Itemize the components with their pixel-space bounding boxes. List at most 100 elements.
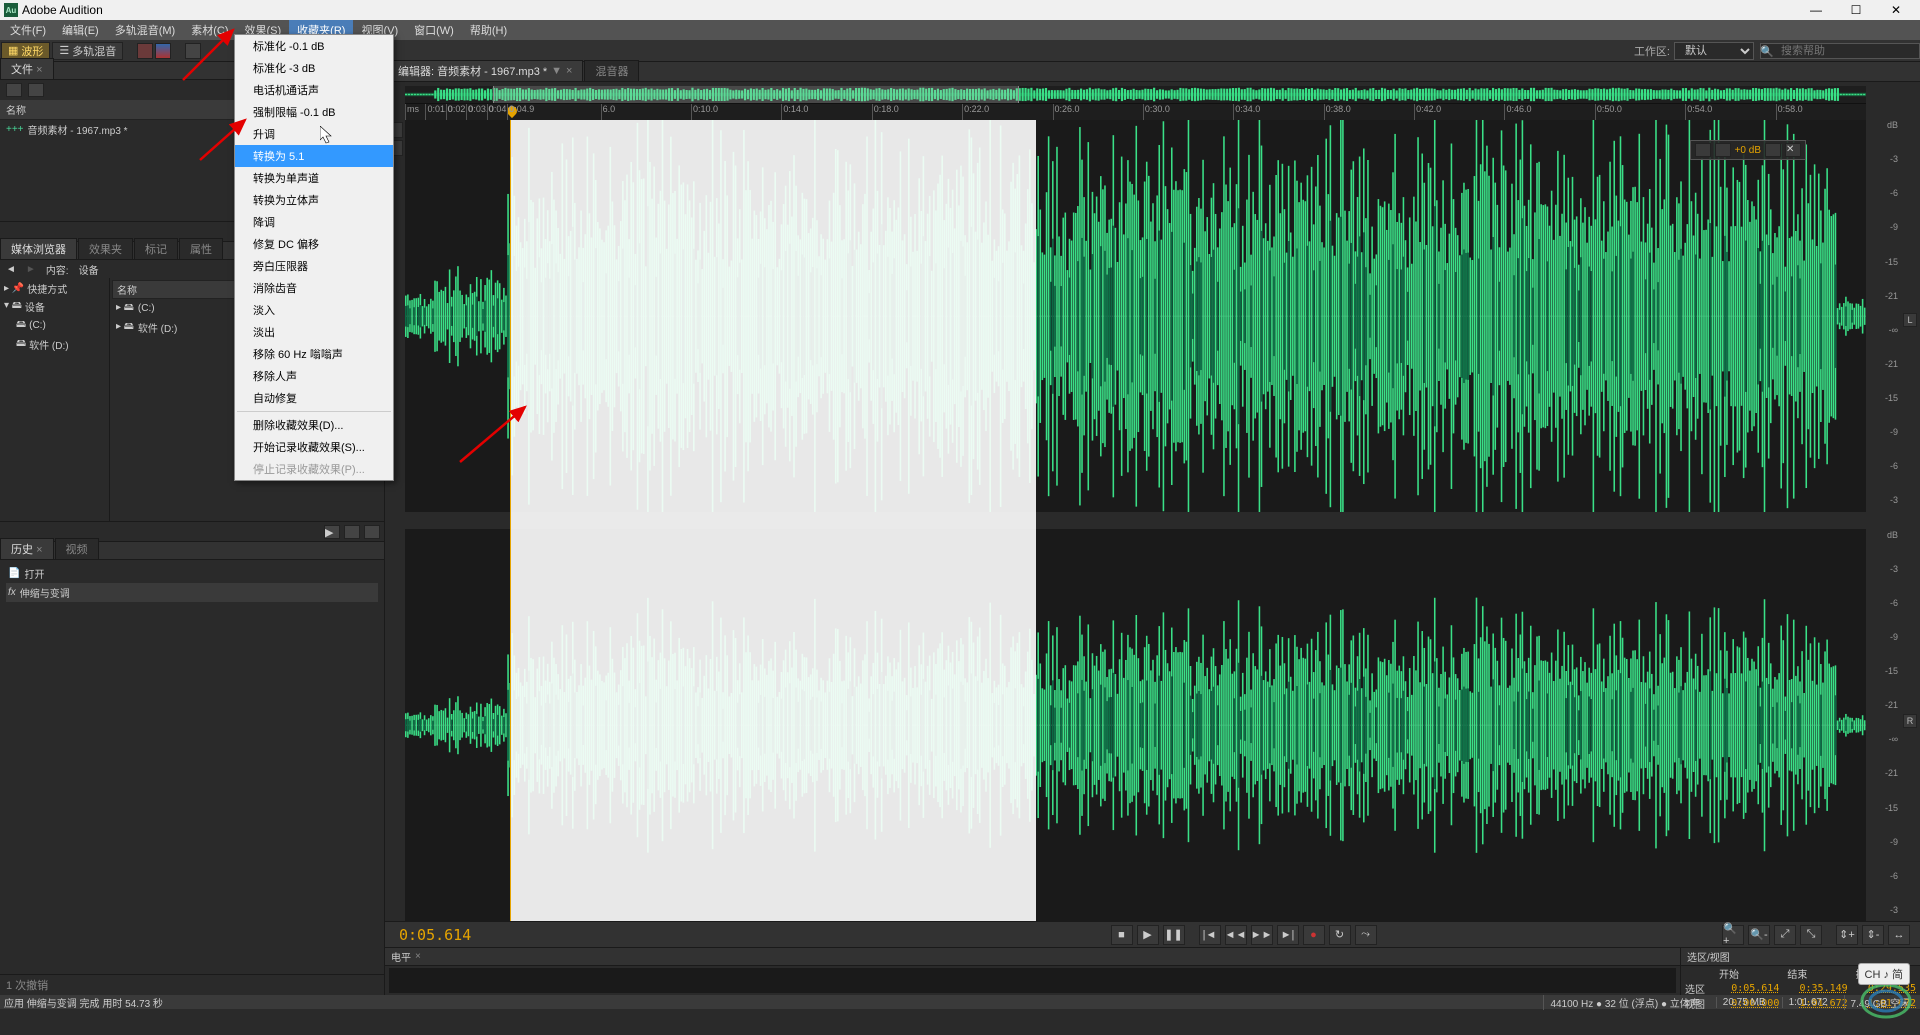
favorites-dropdown: 标准化 -0.1 dB 标准化 -3 dB 电话机通话声 强制限幅 -0.1 d… [234, 34, 394, 481]
hud-volume-icon[interactable] [1695, 143, 1711, 157]
history-item-open[interactable]: 📄 打开 [6, 564, 378, 583]
pause-button[interactable]: ❚❚ [1163, 925, 1185, 945]
fav-fade-in[interactable]: 淡入 [235, 299, 393, 321]
menu-help[interactable]: 帮助(H) [462, 20, 515, 40]
channel-r[interactable]: R [1903, 714, 1917, 728]
fav-fix-dc[interactable]: 修复 DC 偏移 [235, 233, 393, 255]
go-end-button[interactable]: ►| [1277, 925, 1299, 945]
tab-close-icon[interactable]: × [566, 65, 572, 77]
record-button[interactable]: ● [1303, 925, 1325, 945]
menu-window[interactable]: 窗口(W) [406, 20, 462, 40]
tab-editor[interactable]: 编辑器: 音频素材 - 1967.mp3 *▼× [387, 60, 583, 81]
overview-selection[interactable] [493, 86, 1019, 103]
fav-remove-vocals[interactable]: 移除人声 [235, 365, 393, 387]
tree-drive-c[interactable]: 🖴 (C:) [2, 316, 107, 335]
history-list: 📄 打开 fx 伸缩与变调 [0, 560, 384, 974]
fav-remove-60hz[interactable]: 移除 60 Hz 嗡嗡声 [235, 343, 393, 365]
tool-move[interactable] [185, 43, 201, 59]
status-message: 应用 伸缩与变调 完成 用时 54.73 秒 [4, 995, 163, 1010]
hud-pin-icon[interactable] [1765, 143, 1781, 157]
fav-convert-stereo[interactable]: 转换为立体声 [235, 189, 393, 211]
sel-start[interactable]: 0:05.614 [1715, 981, 1783, 996]
tool-spectral-freq[interactable] [137, 43, 153, 59]
fav-delete[interactable]: 删除收藏效果(D)... [235, 414, 393, 436]
loop-button[interactable]: ↻ [1329, 925, 1351, 945]
sel-end[interactable]: 0:35.149 [1783, 981, 1851, 996]
zoom-in-h-button[interactable]: 🔍+ [1722, 925, 1744, 945]
play-button[interactable]: ▶ [1137, 925, 1159, 945]
tree-shortcuts[interactable]: ▸ 📌 快捷方式 [2, 280, 107, 297]
fav-convert-51[interactable]: 转换为 5.1 [235, 145, 393, 167]
timeline[interactable]: ms0:01.00:02.00:03.00:04.00:04.96.00:10.… [405, 104, 1866, 120]
zoom-sel-button[interactable]: ⤡ [1800, 925, 1822, 945]
waveform-selection[interactable] [510, 120, 1036, 921]
fav-normalize-3[interactable]: 标准化 -3 dB [235, 57, 393, 79]
nav-fwd-icon[interactable]: ► [26, 264, 36, 275]
zoom-out-h-button[interactable]: 🔍- [1748, 925, 1770, 945]
fav-pitch-up[interactable]: 升调 [235, 123, 393, 145]
nav-back-icon[interactable]: ◄ [6, 264, 16, 275]
ruler-tick: 0:04.9 [507, 104, 534, 120]
overview-waveform[interactable] [405, 86, 1866, 104]
zoom-out-v-button[interactable]: ⇕- [1862, 925, 1884, 945]
stop-button[interactable]: ■ [1111, 925, 1133, 945]
fav-fade-out[interactable]: 淡出 [235, 321, 393, 343]
tab-media-browser[interactable]: 媒体浏览器 [0, 238, 77, 259]
fav-telephone[interactable]: 电话机通话声 [235, 79, 393, 101]
waveform-canvas[interactable]: +0 dB ✕ [405, 120, 1866, 921]
fav-auto-heal[interactable]: 自动修复 [235, 387, 393, 409]
new-file-icon[interactable] [28, 83, 44, 97]
waveform-view-button[interactable]: ▦波形 [1, 42, 50, 60]
hud-close-icon[interactable]: ✕ [1785, 143, 1801, 157]
fav-normalize-01[interactable]: 标准化 -0.1 dB [235, 35, 393, 57]
db-tick: -6 [1890, 188, 1898, 198]
menu-clip[interactable]: 素材(C) [183, 20, 236, 40]
tab-history[interactable]: 历史 × [0, 538, 54, 559]
timecode-display[interactable]: 0:05.614 [395, 926, 765, 944]
hud-pan-icon[interactable] [1715, 143, 1731, 157]
channel-l[interactable]: L [1903, 313, 1917, 327]
close-button[interactable]: ✕ [1876, 0, 1916, 20]
tab-close-icon[interactable]: × [415, 951, 421, 962]
col-name[interactable]: 名称 [0, 100, 264, 119]
tab-video[interactable]: 视频 [55, 538, 99, 559]
tab-levels[interactable]: 电平 [391, 949, 411, 964]
rewind-button[interactable]: ◄◄ [1225, 925, 1247, 945]
fav-convert-mono[interactable]: 转换为单声道 [235, 167, 393, 189]
forward-button[interactable]: ►► [1251, 925, 1273, 945]
tab-markers[interactable]: 标记 [134, 238, 178, 259]
tab-close-icon[interactable]: × [36, 64, 42, 76]
zoom-reset-button[interactable]: ↔ [1888, 925, 1910, 945]
menu-multitrack[interactable]: 多轨混音(M) [107, 20, 184, 40]
fav-hard-limit[interactable]: 强制限幅 -0.1 dB [235, 101, 393, 123]
loop-preview-icon[interactable] [344, 525, 360, 539]
zoom-in-v-button[interactable]: ⇕+ [1836, 925, 1858, 945]
go-start-button[interactable]: |◄ [1199, 925, 1221, 945]
tab-properties[interactable]: 属性 [179, 238, 223, 259]
tab-mixer[interactable]: 混音器 [584, 60, 639, 81]
fav-start-record[interactable]: 开始记录收藏效果(S)... [235, 436, 393, 458]
fav-deesser[interactable]: 消除齿音 [235, 277, 393, 299]
tree-devices[interactable]: ▾ 🖴 设备 [2, 297, 107, 316]
autoplay-icon[interactable] [364, 525, 380, 539]
tree-drive-d[interactable]: 🖴 软件 (D:) [2, 335, 107, 354]
help-search-input[interactable] [1760, 43, 1920, 59]
play-preview-icon[interactable]: ▶ [324, 525, 340, 539]
menu-edit[interactable]: 编辑(E) [54, 20, 107, 40]
tab-effects-rack[interactable]: 效果夹 [78, 238, 133, 259]
zoom-full-button[interactable]: ⤢ [1774, 925, 1796, 945]
menu-file[interactable]: 文件(F) [2, 20, 54, 40]
workspace-select[interactable]: 默认 [1674, 42, 1754, 60]
maximize-button[interactable]: ☐ [1836, 0, 1876, 20]
minimize-button[interactable]: — [1796, 0, 1836, 20]
open-file-icon[interactable] [6, 83, 22, 97]
history-item-stretch[interactable]: fx 伸缩与变调 [6, 583, 378, 602]
tool-spectral-pitch[interactable] [155, 43, 171, 59]
fav-voice-comp[interactable]: 旁白压限器 [235, 255, 393, 277]
skip-selection-button[interactable]: ⤳ [1355, 925, 1377, 945]
multitrack-view-button[interactable]: ☰多轨混音 [52, 42, 123, 60]
tab-close-icon[interactable]: × [36, 544, 42, 556]
ime-badge[interactable]: CH ♪ 简 [1858, 963, 1911, 985]
fav-pitch-down[interactable]: 降调 [235, 211, 393, 233]
tab-files[interactable]: 文件 × [0, 58, 54, 79]
